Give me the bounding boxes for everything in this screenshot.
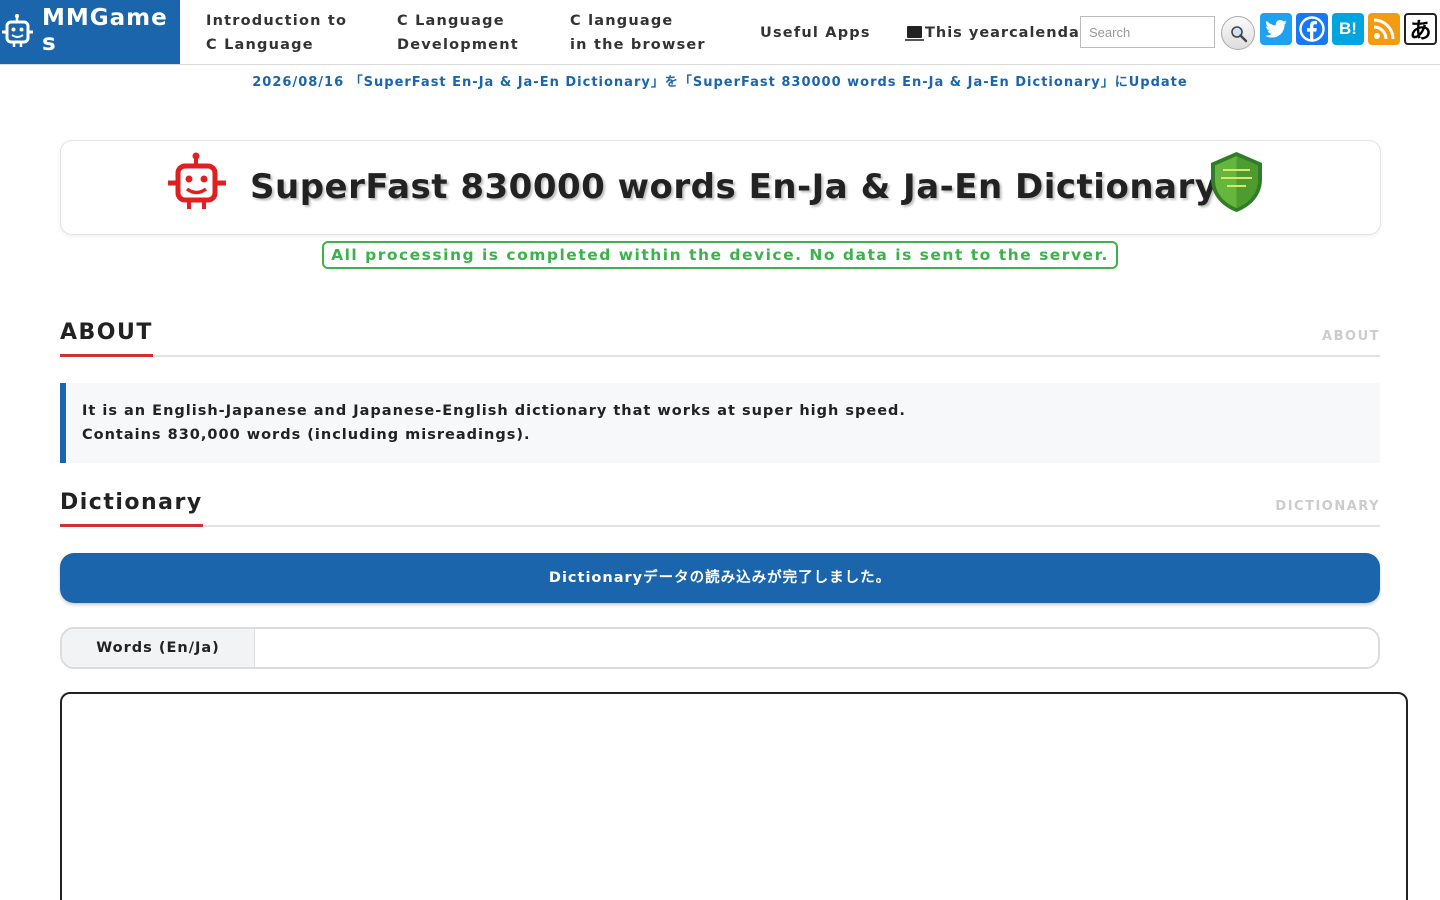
nav-label-line1: Introduction to (206, 13, 348, 29)
shield-icon (1211, 152, 1262, 212)
update-notice-link[interactable]: 2026/08/16 「SuperFast En-Ja & Ja-En Dict… (0, 74, 1440, 92)
hatena-bookmark-button[interactable]: B! (1332, 13, 1364, 45)
result-textarea[interactable] (60, 692, 1408, 900)
computer-icon (905, 26, 924, 41)
nav-label-line1: C Language (397, 13, 505, 29)
dictionary-section-title: Dictionary (60, 489, 203, 527)
robot-icon (168, 152, 226, 209)
nav-c-language-development[interactable]: C Language Development (397, 9, 519, 57)
words-input[interactable] (256, 629, 1378, 667)
nav-c-language-in-browser[interactable]: C language in the browser (570, 9, 706, 57)
about-section-header: ABOUT ABOUT (60, 319, 1380, 357)
dictionary-section-header: Dictionary DICTIONARY (60, 489, 1380, 527)
dictionary-section-subtitle: DICTIONARY (1275, 499, 1380, 514)
site-header: MMGame s Introduction to C Language C La… (0, 0, 1440, 65)
nav-label-line1: C language (570, 13, 674, 29)
search-input[interactable] (1080, 16, 1215, 48)
nav-label-line2: C Language (206, 37, 314, 53)
logo-text: MMGame s (42, 6, 174, 56)
nav-label-line2: Development (397, 37, 519, 53)
about-section-title: ABOUT (60, 319, 153, 357)
japanese-label: あ (1409, 19, 1432, 44)
hatena-label: B! (1339, 19, 1357, 38)
about-section-subtitle: ABOUT (1322, 329, 1380, 344)
privacy-note: All processing is completed within the d… (322, 241, 1118, 269)
rss-icon (1373, 18, 1395, 40)
search-button[interactable] (1221, 16, 1255, 50)
twitter-icon (1265, 20, 1287, 38)
about-line: It is an English-Japanese and Japanese-E… (82, 403, 906, 419)
logo-text-line2: s (42, 30, 57, 56)
nav-intro-c-language[interactable]: Introduction to C Language (206, 9, 347, 57)
title-box: SuperFast 830000 words En-Ja & Ja-En Dic… (60, 140, 1381, 235)
site-logo[interactable]: MMGame s (0, 0, 180, 64)
nav-this-year-calendar[interactable]: This yearcalendar (905, 21, 1088, 45)
nav-label: Useful Apps (760, 25, 871, 41)
about-description: It is an English-Japanese and Japanese-E… (60, 383, 1380, 463)
load-status-bar: Dictionaryデータの読み込みが完了しました。 (60, 553, 1380, 603)
robot-icon (2, 14, 33, 47)
about-line: Contains 830,000 words (including misrea… (82, 427, 531, 443)
japanese-language-button[interactable]: あ (1404, 13, 1437, 45)
search-icon (1231, 26, 1248, 43)
nav-label-line2: in the browser (570, 37, 706, 53)
facebook-share-button[interactable] (1296, 13, 1328, 45)
logo-text-line1: MMGame (42, 5, 168, 31)
word-search-row: Words (En/Ja) (60, 627, 1380, 669)
twitter-share-button[interactable] (1260, 13, 1292, 45)
nav-useful-apps[interactable]: Useful Apps (760, 21, 871, 45)
calendar-label: This yearcalendar (925, 25, 1088, 41)
page-title: SuperFast 830000 words En-Ja & Ja-En Dic… (250, 167, 1218, 207)
words-label: Words (En/Ja) (62, 629, 255, 667)
rss-feed-button[interactable] (1368, 13, 1400, 45)
facebook-icon (1299, 16, 1325, 42)
